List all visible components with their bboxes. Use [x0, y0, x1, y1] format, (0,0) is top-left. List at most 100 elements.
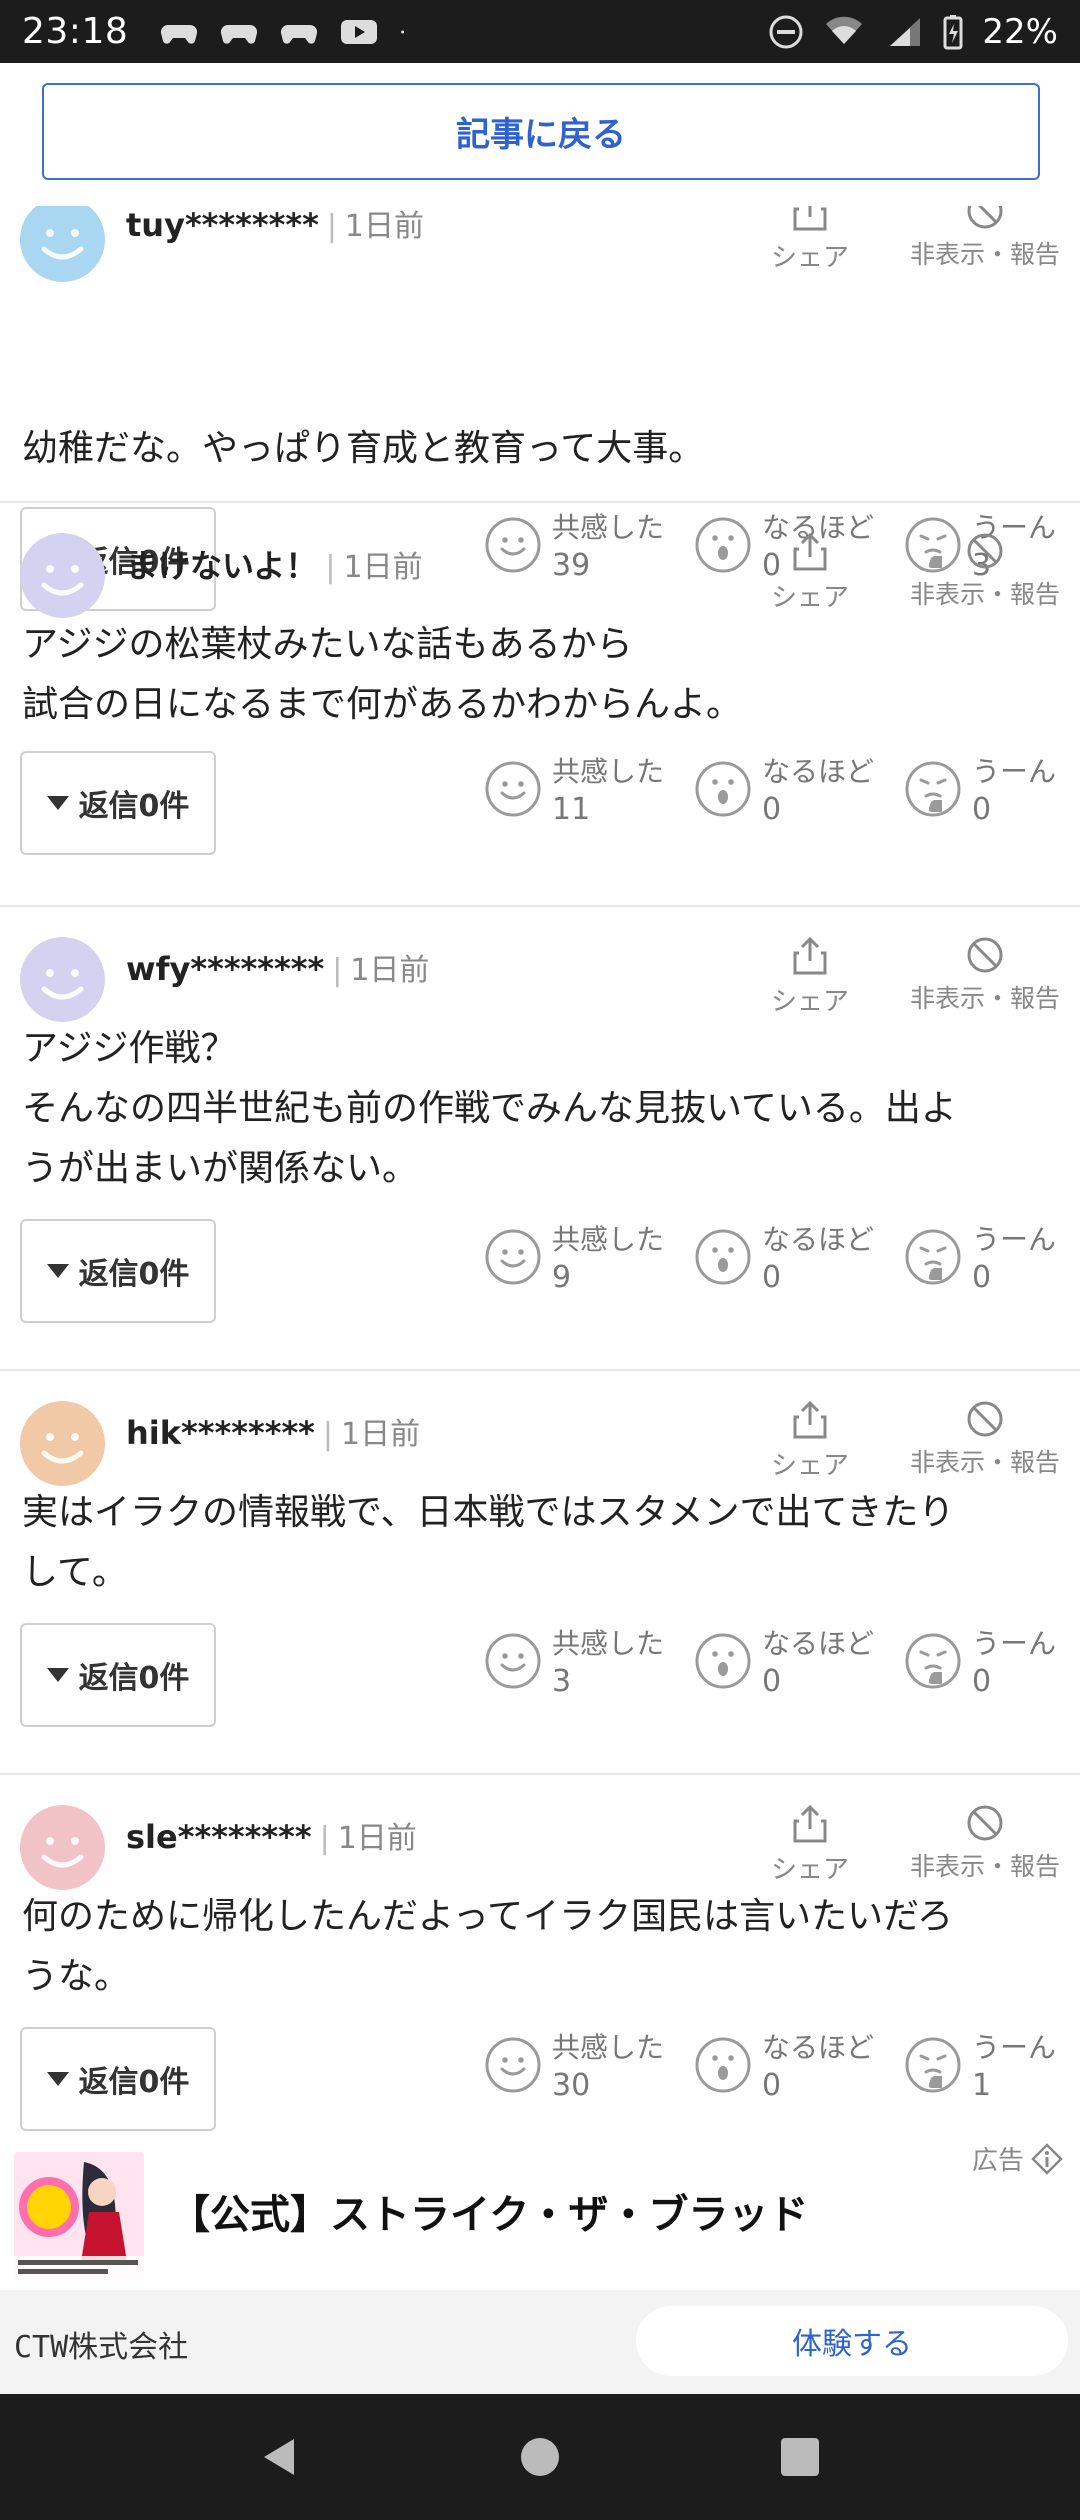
reply-toggle-button[interactable]: 返信0件	[20, 1219, 216, 1323]
timestamp: 1日前	[343, 550, 423, 585]
reaction-count: 1	[972, 2068, 992, 2103]
reaction-empathy[interactable]: 共感した 11	[484, 753, 664, 829]
report-label: 非表示・報告	[909, 580, 1060, 609]
youtube-icon	[341, 19, 378, 44]
navigation-bar	[0, 2394, 1080, 2520]
game-controller-icon	[161, 24, 198, 44]
comment-text-line: 試合の日になるまで何があるかわからんよ。	[22, 684, 743, 725]
reaction-uun[interactable]: うーん 0	[904, 753, 1056, 829]
comment-text-line: 幼稚だな。やっぱり育成と教育って大事。	[22, 428, 705, 469]
avatar[interactable]	[20, 533, 105, 618]
comment-meta: まけないよ！ | 1日前	[126, 541, 423, 587]
info-icon[interactable]	[1030, 2142, 1064, 2176]
hide-report-button[interactable]: 非表示・報告	[900, 206, 1070, 271]
share-icon	[793, 936, 827, 975]
reaction-empathy[interactable]: 共感した 9	[484, 1221, 664, 1297]
reaction-uun[interactable]: うーん 0	[904, 1625, 1056, 1701]
comment-text: 何のために帰化したんだよってイラク国民は言いたいだろ うな。	[22, 1887, 1062, 2007]
avatar[interactable]	[20, 937, 105, 1022]
reaction-label: 共感した	[552, 1627, 665, 1660]
reply-count-label: 返信0件	[78, 2065, 190, 2100]
share-button[interactable]: シェア	[770, 531, 850, 614]
empathy-icon	[484, 2036, 552, 2098]
reaction-uun[interactable]: うーん 1	[904, 2029, 1056, 2105]
timestamp: 1日前	[337, 1821, 417, 1856]
ad-label[interactable]: 広告	[972, 2140, 1064, 2177]
avatar[interactable]	[20, 206, 105, 282]
reaction-naruhodo[interactable]: なるほど 0	[694, 2029, 874, 2105]
report-label: 非表示・報告	[909, 240, 1060, 269]
share-label: シェア	[770, 243, 849, 273]
reaction-naruhodo[interactable]: なるほど 0	[694, 753, 874, 829]
username[interactable]: wfy********	[126, 950, 324, 988]
hide-report-button[interactable]: 非表示・報告	[900, 935, 1070, 1015]
comment-text: 幼稚だな。やっぱり育成と教育って大事。	[22, 419, 1062, 479]
ad-banner[interactable]: 広告 【公式】ストライク・ザ・ブラッド CTW株式会社 体験する	[0, 2134, 1080, 2394]
timestamp: 1日前	[341, 1417, 421, 1452]
reaction-count: 0	[972, 1664, 992, 1699]
triangle-down-icon	[46, 796, 69, 810]
username[interactable]: sle********	[126, 1818, 312, 1856]
hide-report-button[interactable]: 非表示・報告	[900, 1399, 1070, 1479]
recents-nav-icon[interactable]	[778, 2435, 822, 2479]
share-icon	[793, 532, 827, 571]
reaction-empathy[interactable]: 共感した 30	[484, 2029, 664, 2105]
reply-toggle-button[interactable]: 返信0件	[20, 1623, 216, 1727]
ad-image	[14, 2152, 144, 2280]
reaction-count: 0	[762, 1260, 782, 1295]
reaction-label: なるほど	[762, 1223, 875, 1256]
hide-report-button[interactable]: 非表示・報告	[900, 1803, 1070, 1883]
username[interactable]: まけないよ！	[126, 541, 317, 587]
reaction-label: なるほど	[762, 755, 875, 788]
comment-card: hik******** | 1日前 シェア 非表示・報告 実はイラクの情報戦で、日本戦では…	[0, 1371, 1080, 1775]
ad-thumbnail[interactable]	[14, 2152, 144, 2280]
separator: |	[332, 953, 343, 988]
share-button[interactable]: シェア	[770, 206, 850, 274]
comment-card: wfy******** | 1日前シェア 非表示・報告 アジジ作戦？ そんなの四半世紀も前…	[0, 907, 1080, 1371]
reaction-count: 0	[762, 792, 782, 827]
block-icon	[967, 1805, 1003, 1841]
hide-report-button[interactable]: 非表示・報告	[900, 531, 1070, 611]
comment-text: アジジの松葉杖みたいな話もあるから 試合の日になるまで何があるかわからんよ。	[22, 615, 1062, 735]
username[interactable]: hik********	[126, 1414, 315, 1452]
wifi-icon	[826, 16, 863, 44]
reaction-label: 共感した	[552, 2031, 665, 2064]
reaction-empathy[interactable]: 共感した 3	[484, 1625, 664, 1701]
comment-text-line: アジジ作戦？	[22, 1028, 237, 1069]
comment-meta: hik******** | 1日前	[126, 1409, 420, 1453]
reaction-naruhodo[interactable]: なるほど 0	[694, 1221, 874, 1297]
comment-text: アジジ作戦？ そんなの四半世紀も前の作戦でみんな見抜いている。出よ うが出まいが関係…	[22, 1019, 1062, 1199]
share-icon	[793, 206, 827, 231]
avatar[interactable]	[20, 1805, 105, 1890]
comment-text-line: うな。	[22, 1956, 131, 1997]
ad-title[interactable]: 【公式】ストライク・ザ・ブラッド	[170, 2182, 808, 2240]
comment-text: 実はイラクの情報戦で、日本戦ではスタメンで出てきたり して。	[22, 1483, 1062, 1603]
reaction-naruhodo[interactable]: なるほど 0	[694, 1625, 874, 1701]
game-controller-icon	[221, 24, 258, 44]
do-not-disturb-icon	[769, 15, 803, 48]
separator: |	[319, 1821, 330, 1856]
share-button[interactable]: シェア	[770, 935, 850, 1018]
back-to-article-button[interactable]: 記事に戻る	[42, 83, 1040, 180]
avatar[interactable]	[20, 1401, 105, 1486]
separator: |	[326, 209, 337, 244]
reply-toggle-button[interactable]: 返信0件	[20, 751, 216, 855]
report-label: 非表示・報告	[909, 1852, 1060, 1881]
share-label: シェア	[770, 1855, 849, 1885]
home-nav-icon[interactable]	[518, 2435, 562, 2479]
battery-icon	[943, 14, 963, 49]
share-button[interactable]: シェア	[770, 1399, 850, 1482]
ad-cta-button[interactable]: 体験する	[636, 2306, 1068, 2376]
username[interactable]: tuy********	[126, 206, 319, 244]
share-button[interactable]: シェア	[770, 1803, 850, 1886]
timestamp: 1日前	[350, 953, 430, 988]
separator: |	[325, 550, 336, 585]
comment-meta: sle******** | 1日前	[126, 1813, 417, 1857]
reaction-uun[interactable]: うーん 0	[904, 1221, 1056, 1297]
reply-toggle-button[interactable]: 返信0件	[20, 2027, 216, 2131]
reply-count-label: 返信0件	[78, 1257, 190, 1292]
back-nav-icon[interactable]	[258, 2435, 302, 2479]
comment-feed[interactable]: tuy******** | 1日前 シェア 非表示・報告 幼稚だな。やっぱり育成と教育って…	[0, 206, 1080, 2134]
share-label: シェア	[770, 987, 849, 1017]
ad-label-text: 広告	[971, 2146, 1024, 2176]
